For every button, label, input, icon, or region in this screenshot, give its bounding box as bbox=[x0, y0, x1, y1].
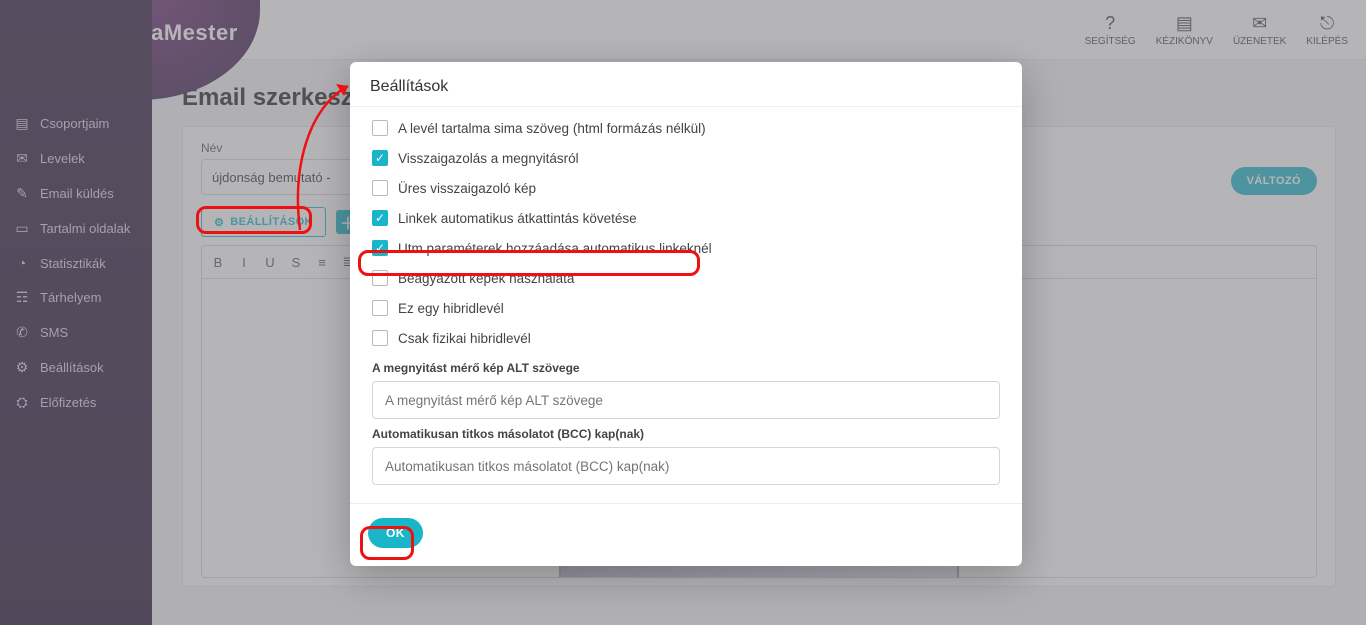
check-label: Visszaigazolás a megnyitásról bbox=[398, 151, 579, 166]
bcc-label: Automatikusan titkos másolatot (BCC) kap… bbox=[372, 427, 1000, 441]
check-label: Csak fizikai hibridlevél bbox=[398, 331, 531, 346]
checkbox-icon[interactable] bbox=[372, 120, 388, 136]
alt-text-label: A megnyitást mérő kép ALT szövege bbox=[372, 361, 1000, 375]
checkbox-checked-icon[interactable]: ✓ bbox=[372, 210, 388, 226]
checkbox-icon[interactable] bbox=[372, 270, 388, 286]
bcc-input[interactable] bbox=[372, 447, 1000, 485]
checkbox-icon[interactable] bbox=[372, 330, 388, 346]
check-label: Ez egy hibridlevél bbox=[398, 301, 504, 316]
check-label: Linkek automatikus átkattintás követése bbox=[398, 211, 637, 226]
check-plain-text[interactable]: A levél tartalma sima szöveg (html formá… bbox=[368, 113, 1004, 143]
ok-button[interactable]: OK bbox=[368, 518, 423, 548]
check-label: Üres visszaigazoló kép bbox=[398, 181, 536, 196]
check-hybrid[interactable]: Ez egy hibridlevél bbox=[368, 293, 1004, 323]
settings-modal: Beállítások A levél tartalma sima szöveg… bbox=[350, 62, 1022, 566]
check-label: Utm paraméterek hozzáadása automatikus l… bbox=[398, 241, 712, 256]
alt-text-input[interactable] bbox=[372, 381, 1000, 419]
check-empty-image[interactable]: Üres visszaigazoló kép bbox=[368, 173, 1004, 203]
check-utm-params[interactable]: ✓ Utm paraméterek hozzáadása automatikus… bbox=[368, 233, 1004, 263]
check-embedded-images[interactable]: Beágyazott képek használata bbox=[368, 263, 1004, 293]
check-label: A levél tartalma sima szöveg (html formá… bbox=[398, 121, 706, 136]
alt-text-field: A megnyitást mérő kép ALT szövege bbox=[372, 361, 1000, 419]
checkbox-icon[interactable] bbox=[372, 300, 388, 316]
check-link-tracking[interactable]: ✓ Linkek automatikus átkattintás követés… bbox=[368, 203, 1004, 233]
check-label: Beágyazott képek használata bbox=[398, 271, 574, 286]
bcc-field: Automatikusan titkos másolatot (BCC) kap… bbox=[372, 427, 1000, 485]
check-open-receipt[interactable]: ✓ Visszaigazolás a megnyitásról bbox=[368, 143, 1004, 173]
modal-footer: OK bbox=[350, 503, 1022, 566]
checkbox-checked-icon[interactable]: ✓ bbox=[372, 150, 388, 166]
checkbox-icon[interactable] bbox=[372, 180, 388, 196]
checkbox-checked-icon[interactable]: ✓ bbox=[372, 240, 388, 256]
check-physical-hybrid[interactable]: Csak fizikai hibridlevél bbox=[368, 323, 1004, 353]
modal-title: Beállítások bbox=[350, 62, 1022, 106]
modal-body[interactable]: A levél tartalma sima szöveg (html formá… bbox=[350, 106, 1022, 503]
